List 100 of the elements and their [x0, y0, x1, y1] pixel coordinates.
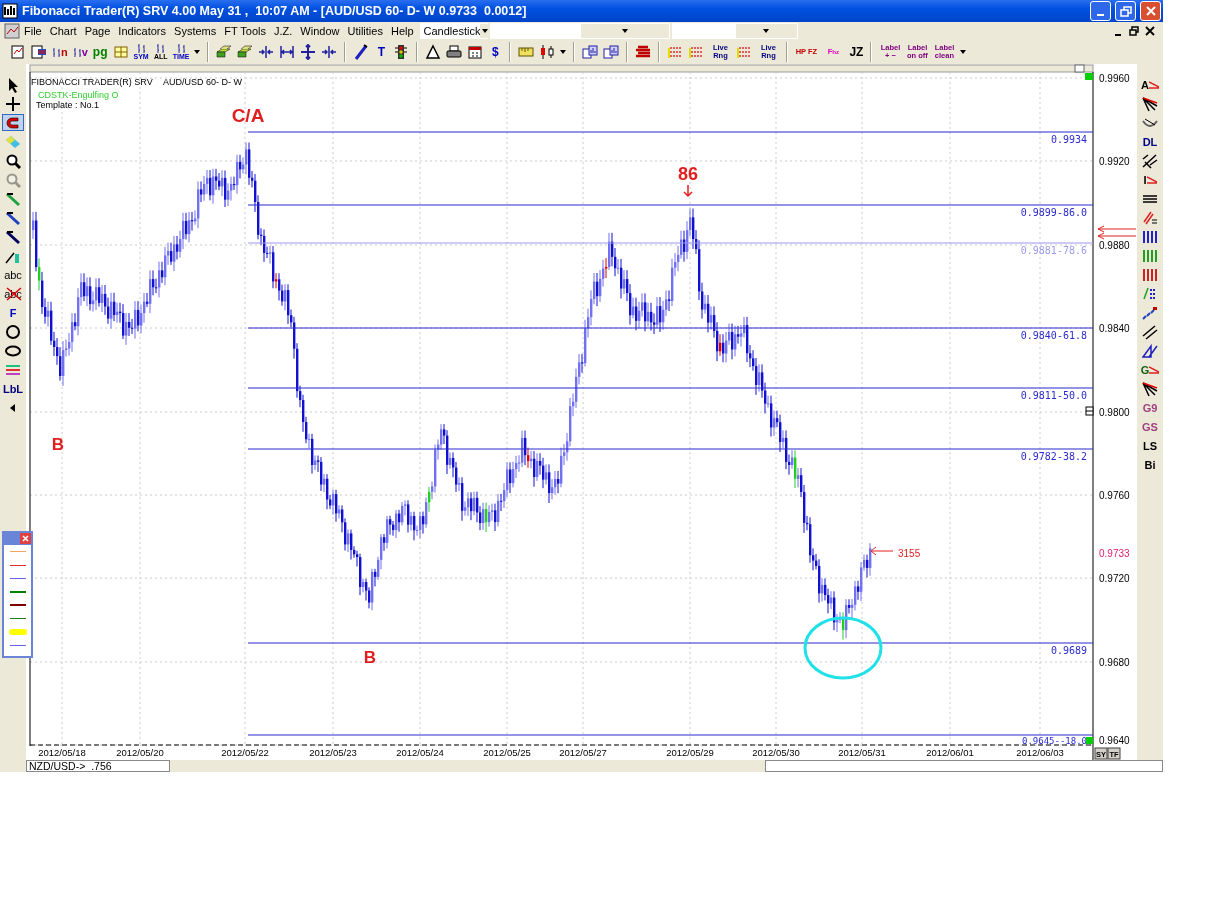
tool-button[interactable]: I [1139, 171, 1161, 188]
date-axis-label: 2012/05/18 [38, 747, 86, 758]
tool-button[interactable] [1139, 342, 1161, 359]
line-style-swatch[interactable] [9, 590, 26, 593]
tool-button[interactable]: v [70, 41, 90, 63]
zoom-icon [5, 152, 21, 169]
vertical-bars-icon [1142, 266, 1158, 283]
chart-type-dropdown[interactable]: Candlestick [419, 23, 488, 39]
menu-item[interactable]: Chart [45, 23, 81, 39]
vertical-bars-icon [1142, 247, 1158, 264]
close-button[interactable] [1140, 1, 1161, 21]
slanted-lines-icon [1142, 209, 1158, 226]
date-axis-label: 2012/06/01 [926, 747, 974, 758]
menu-item[interactable]: Help [386, 23, 418, 39]
last-price-label: 0.9733 [1099, 548, 1130, 559]
menu-item[interactable]: Indicators [114, 23, 171, 39]
tool-button[interactable]: F [2, 304, 24, 321]
app-icon [2, 3, 18, 19]
line-style-swatch[interactable] [9, 551, 26, 553]
tool-button[interactable]: pg [90, 41, 110, 63]
line-style-swatch[interactable] [9, 604, 26, 607]
blocks-icon [237, 44, 254, 60]
pen-icon [353, 44, 370, 60]
line-tool-icon [5, 190, 21, 207]
fan-icon [1142, 95, 1158, 112]
tool-button[interactable]: abc [2, 266, 24, 283]
crossing-lines-icon [1142, 152, 1158, 169]
fan-icon [1142, 380, 1158, 397]
date-axis-label: 2012/05/23 [309, 747, 357, 758]
page-flag-icon [31, 44, 47, 60]
left-arrow-icon [870, 546, 894, 556]
zoom-icon [5, 171, 21, 188]
down-arrow-icon [683, 184, 693, 198]
dropdown-field[interactable] [671, 23, 798, 39]
tool-button[interactable]: DL [1139, 133, 1161, 150]
lines-icon [1146, 173, 1157, 186]
eraser-icon [5, 133, 21, 150]
document-icon [4, 23, 20, 39]
date-axis-label: 2012/05/22 [221, 747, 269, 758]
menu-item[interactable]: Window [296, 23, 344, 39]
tool-button[interactable]: LS [1139, 437, 1161, 454]
date-axis-label: 2012/05/20 [116, 747, 164, 758]
tool-button[interactable]: T [372, 41, 391, 63]
price-axis-label: 0.9840 [1099, 323, 1130, 334]
menu-item[interactable]: J.Z. [270, 23, 297, 39]
line-tool-icon [5, 209, 21, 226]
triangle-icon [425, 44, 442, 60]
line-style-swatch[interactable] [9, 577, 26, 579]
tool-button[interactable]: A [1139, 76, 1161, 93]
tool-button[interactable]: JZ [847, 41, 866, 63]
target-icon[interactable] [1085, 406, 1094, 416]
line-style-swatch[interactable] [9, 618, 26, 620]
date-axis-label: 2012/05/24 [396, 747, 444, 758]
scrollbar[interactable] [29, 64, 1094, 73]
tool-button[interactable]: LbL [2, 380, 24, 397]
tool-button[interactable]: GS [1139, 418, 1161, 435]
line-style-swatch[interactable] [9, 644, 26, 646]
restore-button[interactable] [1115, 1, 1136, 21]
indicator-label: CDSTK-Engulfing O [38, 90, 119, 100]
menu-item[interactable]: Page [80, 23, 115, 39]
tool-button[interactable] [2, 114, 24, 131]
minimize-button[interactable] [1090, 1, 1111, 21]
bar-chart-icon [603, 44, 620, 60]
price-bars-icon [72, 47, 82, 57]
fib-level-label: 0.9934 [1050, 134, 1087, 145]
compress-icon [258, 44, 275, 60]
ruler-icon [518, 44, 535, 60]
restore-icon[interactable] [1129, 26, 1139, 36]
traffic-light-icon [393, 44, 410, 60]
window-title: Fibonacci Trader(R) SRV 4.00 May 31 , 10:07 AM - [AUD/USD 60- D- W 0.9733 0.0012] [22, 4, 528, 18]
symbol-label: AUD/USD 60- D- W [163, 77, 242, 87]
fib-level-label: 0.9840-61.8 [1020, 330, 1087, 341]
date-axis-label: 2012/05/29 [666, 747, 714, 758]
triangle-lines-icon [1142, 342, 1158, 359]
tool-button[interactable]: G9 [1139, 399, 1161, 416]
menu-item[interactable]: Systems [170, 23, 221, 39]
minimize-icon [1097, 14, 1104, 16]
fib-level-label: 0.9881-78.6 [1020, 245, 1087, 256]
price-axis-label: 0.9960 [1099, 73, 1130, 84]
dashed-lines-icon [736, 44, 753, 60]
tool-button[interactable]: G [1139, 361, 1161, 378]
compress-icon [321, 44, 338, 60]
price-bars-icon [52, 47, 61, 57]
tool-button[interactable]: $ [486, 41, 505, 63]
lines-icon [1148, 78, 1159, 91]
blocks-icon [216, 44, 233, 60]
line-style-swatch[interactable] [8, 629, 27, 636]
template-label: Template : No.1 [36, 100, 100, 110]
price-axis-label: 0.9680 [1099, 657, 1130, 668]
date-axis-label: 2012/05/25 [483, 747, 531, 758]
menu-item[interactable]: File [20, 23, 46, 39]
tool-button[interactable]: n [50, 41, 70, 63]
tool-button[interactable]: Bi [1139, 456, 1161, 473]
crosshair-icon [5, 95, 21, 112]
menu-item[interactable]: Utilities [343, 23, 387, 39]
menu-item[interactable]: FT Tools [220, 23, 270, 39]
price-axis-label: 0.9920 [1099, 156, 1130, 167]
close-icon[interactable] [1145, 26, 1155, 36]
line-style-swatch[interactable] [9, 564, 26, 566]
dropdown-field[interactable] [489, 23, 670, 39]
